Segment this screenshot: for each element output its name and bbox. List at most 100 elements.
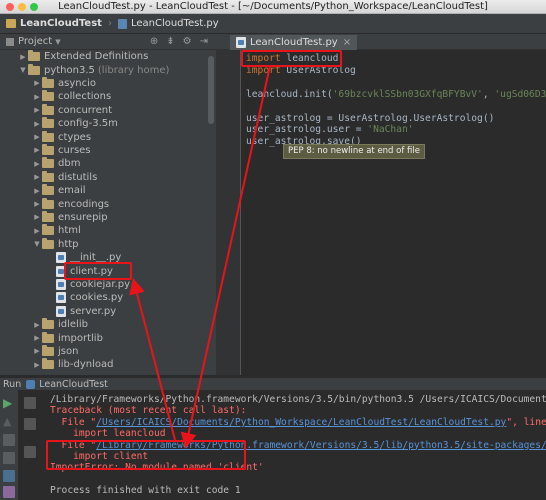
tree-folder-item[interactable]: ▶ lib-dynload <box>32 358 114 371</box>
folder-icon <box>42 90 54 102</box>
project-tree-scrollbar[interactable] <box>206 50 216 375</box>
chevron-down-icon[interactable]: ▼ <box>55 38 60 46</box>
tree-item-label: Extended Definitions <box>44 51 149 63</box>
expanded-arrow-icon[interactable]: ▼ <box>32 240 42 248</box>
console-text: import client <box>50 451 149 462</box>
tree-folder-item[interactable]: ▶ json <box>32 344 78 358</box>
console-text: Process finished with exit code 1 <box>50 485 241 497</box>
tree-folder-item[interactable]: ▶ email <box>32 184 86 197</box>
tree-file-item[interactable]: __init__.py <box>46 251 121 264</box>
soft-wrap-icon[interactable] <box>24 397 36 409</box>
tree-item-label: python3.5 <box>44 64 95 76</box>
editor-tab-leancloudtest[interactable]: LeanCloudTest.py × <box>230 35 358 50</box>
tree-folder-item[interactable]: ▶ ctypes <box>32 130 91 143</box>
pin-icon[interactable] <box>3 486 15 498</box>
gear-icon[interactable]: ⚙ <box>183 36 192 47</box>
tree-folder-item[interactable]: ▼ http <box>32 237 79 251</box>
collapsed-arrow-icon[interactable]: ▶ <box>32 200 42 208</box>
breadcrumb-project[interactable]: LeanCloudTest <box>0 14 108 33</box>
console-text: ", line 1, in <module> <box>506 416 546 428</box>
collapsed-arrow-icon[interactable]: ▶ <box>32 347 42 355</box>
collapsed-arrow-icon[interactable]: ▶ <box>32 173 42 181</box>
tree-folder-item[interactable]: ▼ python3.5 (library home) <box>18 63 169 76</box>
code-text: user_astrolog.user = <box>246 124 368 136</box>
tree-folder-item[interactable]: ▶ config-3.5m <box>32 117 118 130</box>
tree-folder-item[interactable]: ▶ distutils <box>32 170 97 184</box>
clear-console-icon[interactable] <box>24 446 36 458</box>
hide-icon[interactable]: ⇥ <box>200 36 208 47</box>
scrollbar-thumb[interactable] <box>208 56 214 124</box>
collapse-icon[interactable]: ⇟ <box>166 36 174 47</box>
collapsed-arrow-icon[interactable]: ▶ <box>32 93 42 101</box>
tree-item-label: concurrent <box>58 104 113 116</box>
collapsed-arrow-icon[interactable]: ▶ <box>32 120 42 128</box>
python-file-icon <box>56 305 66 317</box>
collapsed-arrow-icon[interactable]: ▶ <box>32 160 42 168</box>
tree-folder-item[interactable]: ▶ asyncio <box>32 76 96 90</box>
folder-icon <box>42 318 54 330</box>
zoom-window-button[interactable] <box>30 3 38 11</box>
tree-folder-item[interactable]: ▶ curses <box>32 143 91 157</box>
folder-icon <box>42 237 54 249</box>
editor-gutter[interactable] <box>216 50 241 375</box>
tree-folder-item[interactable]: ▶ dbm <box>32 157 80 170</box>
tree-item-note: (library home) <box>97 64 170 76</box>
project-tree[interactable]: ▶ Extended Definitions ▼ python3.5 (library … <box>0 50 206 375</box>
folder-icon <box>42 331 54 343</box>
tree-folder-item[interactable]: ▶ Extended Definitions <box>18 50 148 63</box>
code-text: leancloud.init( <box>246 88 333 100</box>
collapsed-arrow-icon[interactable]: ▶ <box>32 334 42 342</box>
run-toolbar: ▶ ▲ <box>0 390 18 500</box>
code-keyword: import <box>246 64 281 76</box>
python-file-icon <box>56 265 66 277</box>
scroll-to-end-icon[interactable] <box>3 470 15 482</box>
code-keyword: import <box>246 53 281 64</box>
run-console-output[interactable]: /Library/Frameworks/Python.framework/Ver… <box>44 390 546 500</box>
tree-folder-item[interactable]: ▶ encodings <box>32 197 109 210</box>
tree-file-item[interactable]: cookies.py <box>46 291 123 304</box>
tree-folder-item[interactable]: ▶ concurrent <box>32 103 113 117</box>
breadcrumb-file[interactable]: LeanCloudTest.py <box>112 14 225 33</box>
console-file-link[interactable]: /Users/ICAICS/Documents/Python_Workspace… <box>96 417 506 428</box>
collapsed-arrow-icon[interactable]: ▶ <box>32 133 42 141</box>
collapsed-arrow-icon[interactable]: ▶ <box>32 146 42 154</box>
collapsed-arrow-icon[interactable]: ▶ <box>32 106 42 114</box>
collapsed-arrow-icon[interactable]: ▶ <box>32 187 42 195</box>
tree-folder-item[interactable]: ▶ html <box>32 224 81 237</box>
tree-folder-item[interactable]: ▶ importlib <box>32 331 103 344</box>
up-arrow-icon[interactable]: ▲ <box>3 416 15 428</box>
collapsed-arrow-icon[interactable]: ▶ <box>32 213 42 221</box>
tree-folder-item[interactable]: ▶ collections <box>32 90 111 103</box>
folder-icon <box>42 76 54 88</box>
collapsed-arrow-icon[interactable]: ▶ <box>32 79 42 87</box>
minimize-window-button[interactable] <box>18 3 26 11</box>
pause-icon[interactable] <box>3 434 15 446</box>
code-editor[interactable]: import leancloud import UserAstrolog leanc… <box>241 50 546 375</box>
expanded-arrow-icon[interactable]: ▼ <box>18 66 28 74</box>
print-icon[interactable] <box>24 418 36 430</box>
python-run-icon <box>26 379 36 389</box>
collapsed-arrow-icon[interactable]: ▶ <box>18 53 28 61</box>
collapsed-arrow-icon[interactable]: ▶ <box>32 361 42 369</box>
close-window-button[interactable] <box>6 3 14 11</box>
run-config-name[interactable]: LeanCloudTest <box>39 379 108 390</box>
tree-item-label: ensurepip <box>58 211 108 223</box>
tree-item-label: config-3.5m <box>58 118 118 130</box>
console-text: Traceback (most recent call last): <box>50 405 247 417</box>
target-icon[interactable]: ⊕ <box>150 36 158 47</box>
tree-file-item[interactable]: cookiejar.py <box>46 278 130 291</box>
collapsed-arrow-icon[interactable]: ▶ <box>32 227 42 235</box>
folder-icon <box>42 117 54 129</box>
rerun-icon[interactable]: ▶ <box>3 397 15 409</box>
stop-icon[interactable] <box>3 452 15 464</box>
console-file-link[interactable]: /Library/Frameworks/Python.framework/Ver… <box>96 440 546 451</box>
tree-file-item[interactable]: server.py <box>46 305 116 318</box>
tree-folder-item[interactable]: ▶ ensurepip <box>32 210 108 224</box>
tree-item-label: cookiejar.py <box>70 278 130 290</box>
project-view-selector[interactable]: Project <box>18 36 52 47</box>
tree-folder-item[interactable]: ▶ idlelib <box>32 318 88 331</box>
close-tab-icon[interactable]: × <box>343 37 351 48</box>
collapsed-arrow-icon[interactable]: ▶ <box>32 321 42 329</box>
tree-file-item[interactable]: client.py <box>46 264 113 277</box>
tree-item-label: email <box>58 185 86 197</box>
